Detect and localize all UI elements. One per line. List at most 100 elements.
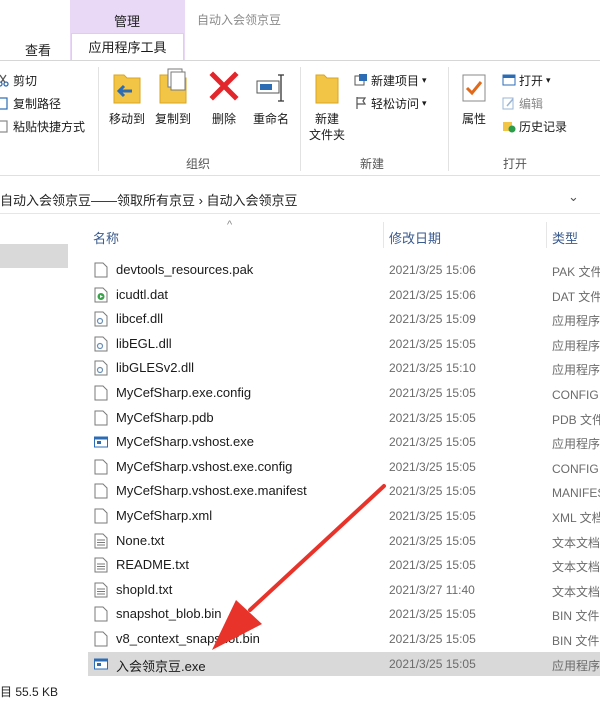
edit-label: 编辑 xyxy=(519,96,544,111)
status-bar: 目 55.5 KB xyxy=(0,676,600,704)
file-type: 应用程序 xyxy=(552,437,600,452)
file-row[interactable]: MyCefSharp.exe.config 2021/3/25 15:05 CONF… xyxy=(88,381,600,405)
file-modified-date: 2021/3/25 15:05 xyxy=(389,558,476,573)
open-group-label: 打开 xyxy=(503,157,528,171)
column-separator[interactable] xyxy=(383,222,384,248)
new-folder-button[interactable]: 新建 文件夹 xyxy=(304,67,350,151)
file-modified-date: 2021/3/25 15:06 xyxy=(389,263,476,277)
move-to-label: 移动到 xyxy=(108,112,145,126)
copy-path-icon xyxy=(0,97,8,110)
new-item-label: 新建项目 xyxy=(371,73,420,88)
paste-shortcut-button[interactable]: 粘贴快捷方式 xyxy=(0,115,85,137)
address-path[interactable]: 自动入会领京豆——领取所有京豆 › 自动入会领京豆 xyxy=(0,190,298,209)
file-row[interactable]: devtools_resources.pak 2021/3/25 15:06 PAK… xyxy=(88,258,600,282)
chevron-down-icon[interactable]: ⌄ xyxy=(568,189,579,205)
file-row[interactable]: shopId.txt 2021/3/27 11:40 文本文档 xyxy=(88,578,600,602)
edit-button[interactable]: 编辑 xyxy=(502,92,543,114)
file-row[interactable]: MyCefSharp.vshost.exe 2021/3/25 15:05 应用程序 xyxy=(88,430,600,454)
new-folder-icon xyxy=(315,74,339,104)
column-header-type[interactable]: 类型 xyxy=(552,228,578,247)
file-row[interactable]: MyCefSharp.vshost.exe.config 2021/3/25 15… xyxy=(88,455,600,479)
tab-app-tools[interactable]: 应用程序工具 xyxy=(71,33,184,60)
file-type: 应用程序扩展 xyxy=(552,338,600,353)
file-type: 应用程序 xyxy=(552,658,600,673)
file-modified-date: 2021/3/25 15:05 xyxy=(389,632,476,646)
copy-to-button[interactable]: 复制到 xyxy=(150,67,196,151)
new-folder-label: 新建 文件夹 xyxy=(304,111,350,143)
file-name: README.txt xyxy=(116,557,189,573)
file-name: MyCefSharp.xml xyxy=(116,508,213,523)
column-separator[interactable] xyxy=(546,222,547,248)
file-type: BIN 文件 xyxy=(552,634,600,648)
file-name: devtools_resources.pak xyxy=(116,262,254,277)
move-to-icon xyxy=(113,74,141,104)
new-folder-label-line1: 新建 xyxy=(314,112,339,126)
blank-file-icon xyxy=(94,631,108,647)
open-window-icon xyxy=(502,74,516,86)
file-row[interactable]: libGLESv2.dll 2021/3/25 15:10 应用程序扩展 xyxy=(88,356,600,380)
cut-button[interactable]: 剪切 xyxy=(0,69,37,91)
organize-group-label: 组织 xyxy=(186,157,211,171)
file-modified-date: 2021/3/25 15:05 xyxy=(389,484,476,499)
properties-label: 属性 xyxy=(461,112,486,126)
new-item-button[interactable]: 新建项目 ▾ xyxy=(354,69,427,91)
group-separator xyxy=(98,67,99,171)
file-row[interactable]: icudtl.dat 2021/3/25 15:06 DAT 文件 xyxy=(88,283,600,307)
open-button[interactable]: 打开 ▾ xyxy=(502,69,551,91)
blank-file-icon xyxy=(94,262,108,278)
copy-to-label: 复制到 xyxy=(154,112,191,126)
history-icon xyxy=(503,122,516,133)
file-row[interactable]: 入会领京豆.exe 2021/3/25 15:05 应用程序 xyxy=(88,651,600,676)
rename-icon xyxy=(256,74,284,102)
address-bar[interactable]: 自动入会领京豆——领取所有京豆 › 自动入会领京豆 ⌄ xyxy=(0,182,600,214)
file-row[interactable]: snapshot_blob.bin 2021/3/25 15:05 BIN 文件 xyxy=(88,602,600,626)
file-row[interactable]: v8_context_snapshot.bin 2021/3/25 15:05 BI… xyxy=(88,627,600,651)
properties-button[interactable]: 属性 xyxy=(454,67,494,151)
delete-x-icon xyxy=(209,71,239,101)
media-file-icon xyxy=(94,287,108,303)
file-name: MyCefSharp.exe.config xyxy=(116,385,252,400)
file-row[interactable]: MyCefSharp.xml 2021/3/25 15:05 XML 文档 xyxy=(88,504,600,528)
exe-file-icon xyxy=(94,434,108,450)
copy-to-icon xyxy=(159,68,187,104)
file-type: DAT 文件 xyxy=(552,289,600,304)
rename-button[interactable]: 重命名 xyxy=(248,67,294,151)
file-row[interactable]: libEGL.dll 2021/3/25 15:05 应用程序扩展 xyxy=(88,332,600,356)
file-type: BIN 文件 xyxy=(552,609,600,624)
new-group-label: 新建 xyxy=(360,157,385,171)
file-name: snapshot_blob.bin xyxy=(116,606,222,622)
history-button[interactable]: 历史记录 xyxy=(502,115,567,137)
file-modified-date: 2021/3/25 15:10 xyxy=(389,361,476,376)
navigation-pane xyxy=(0,214,80,674)
blank-file-icon xyxy=(94,459,108,475)
file-row[interactable]: MyCefSharp.vshost.exe.manifest 2021/3/25 … xyxy=(88,479,600,503)
nav-selected-item[interactable] xyxy=(0,244,68,268)
move-to-button[interactable]: 移动到 xyxy=(104,67,150,151)
chevron-down-icon: ▾ xyxy=(422,74,427,85)
file-row[interactable]: MyCefSharp.pdb 2021/3/25 15:05 PDB 文件 xyxy=(88,406,600,430)
column-header-name[interactable]: 名称 xyxy=(93,228,119,247)
file-modified-date: 2021/3/25 15:05 xyxy=(389,656,476,671)
file-modified-date: 2021/3/27 11:40 xyxy=(389,582,475,597)
ribbon: 剪切 复制路径 粘贴快捷方式 移动到 复制到 删除 重命名 组织 新建 文件夹 … xyxy=(0,60,600,176)
tab-manage[interactable]: 管理 xyxy=(114,11,140,30)
scissors-icon xyxy=(0,74,9,87)
file-modified-date: 2021/3/25 15:05 xyxy=(389,386,476,400)
delete-button[interactable]: 删除 xyxy=(204,67,244,151)
tab-view[interactable]: 查看 xyxy=(25,40,51,59)
easy-access-label: 轻松访问 xyxy=(371,96,420,111)
copy-path-button[interactable]: 复制路径 xyxy=(0,92,61,114)
blank-file-icon xyxy=(94,508,108,524)
file-row[interactable]: README.txt 2021/3/25 15:05 文本文档 xyxy=(88,553,600,577)
file-modified-date: 2021/3/25 15:05 xyxy=(389,607,476,622)
file-row[interactable]: libcef.dll 2021/3/25 15:09 应用程序扩展 xyxy=(88,307,600,331)
file-row[interactable]: None.txt 2021/3/25 15:05 文本文档 xyxy=(88,529,600,553)
easy-access-button[interactable]: 轻松访问 ▾ xyxy=(354,92,427,114)
file-name: libGLESv2.dll xyxy=(116,360,195,376)
file-modified-date: 2021/3/25 15:05 xyxy=(389,459,476,474)
file-name: 入会领京豆.exe xyxy=(116,658,206,674)
group-separator xyxy=(300,67,301,171)
blank-file-icon xyxy=(94,606,108,622)
column-header-modified[interactable]: 修改日期 xyxy=(389,228,441,247)
file-name: v8_context_snapshot.bin xyxy=(116,631,260,646)
